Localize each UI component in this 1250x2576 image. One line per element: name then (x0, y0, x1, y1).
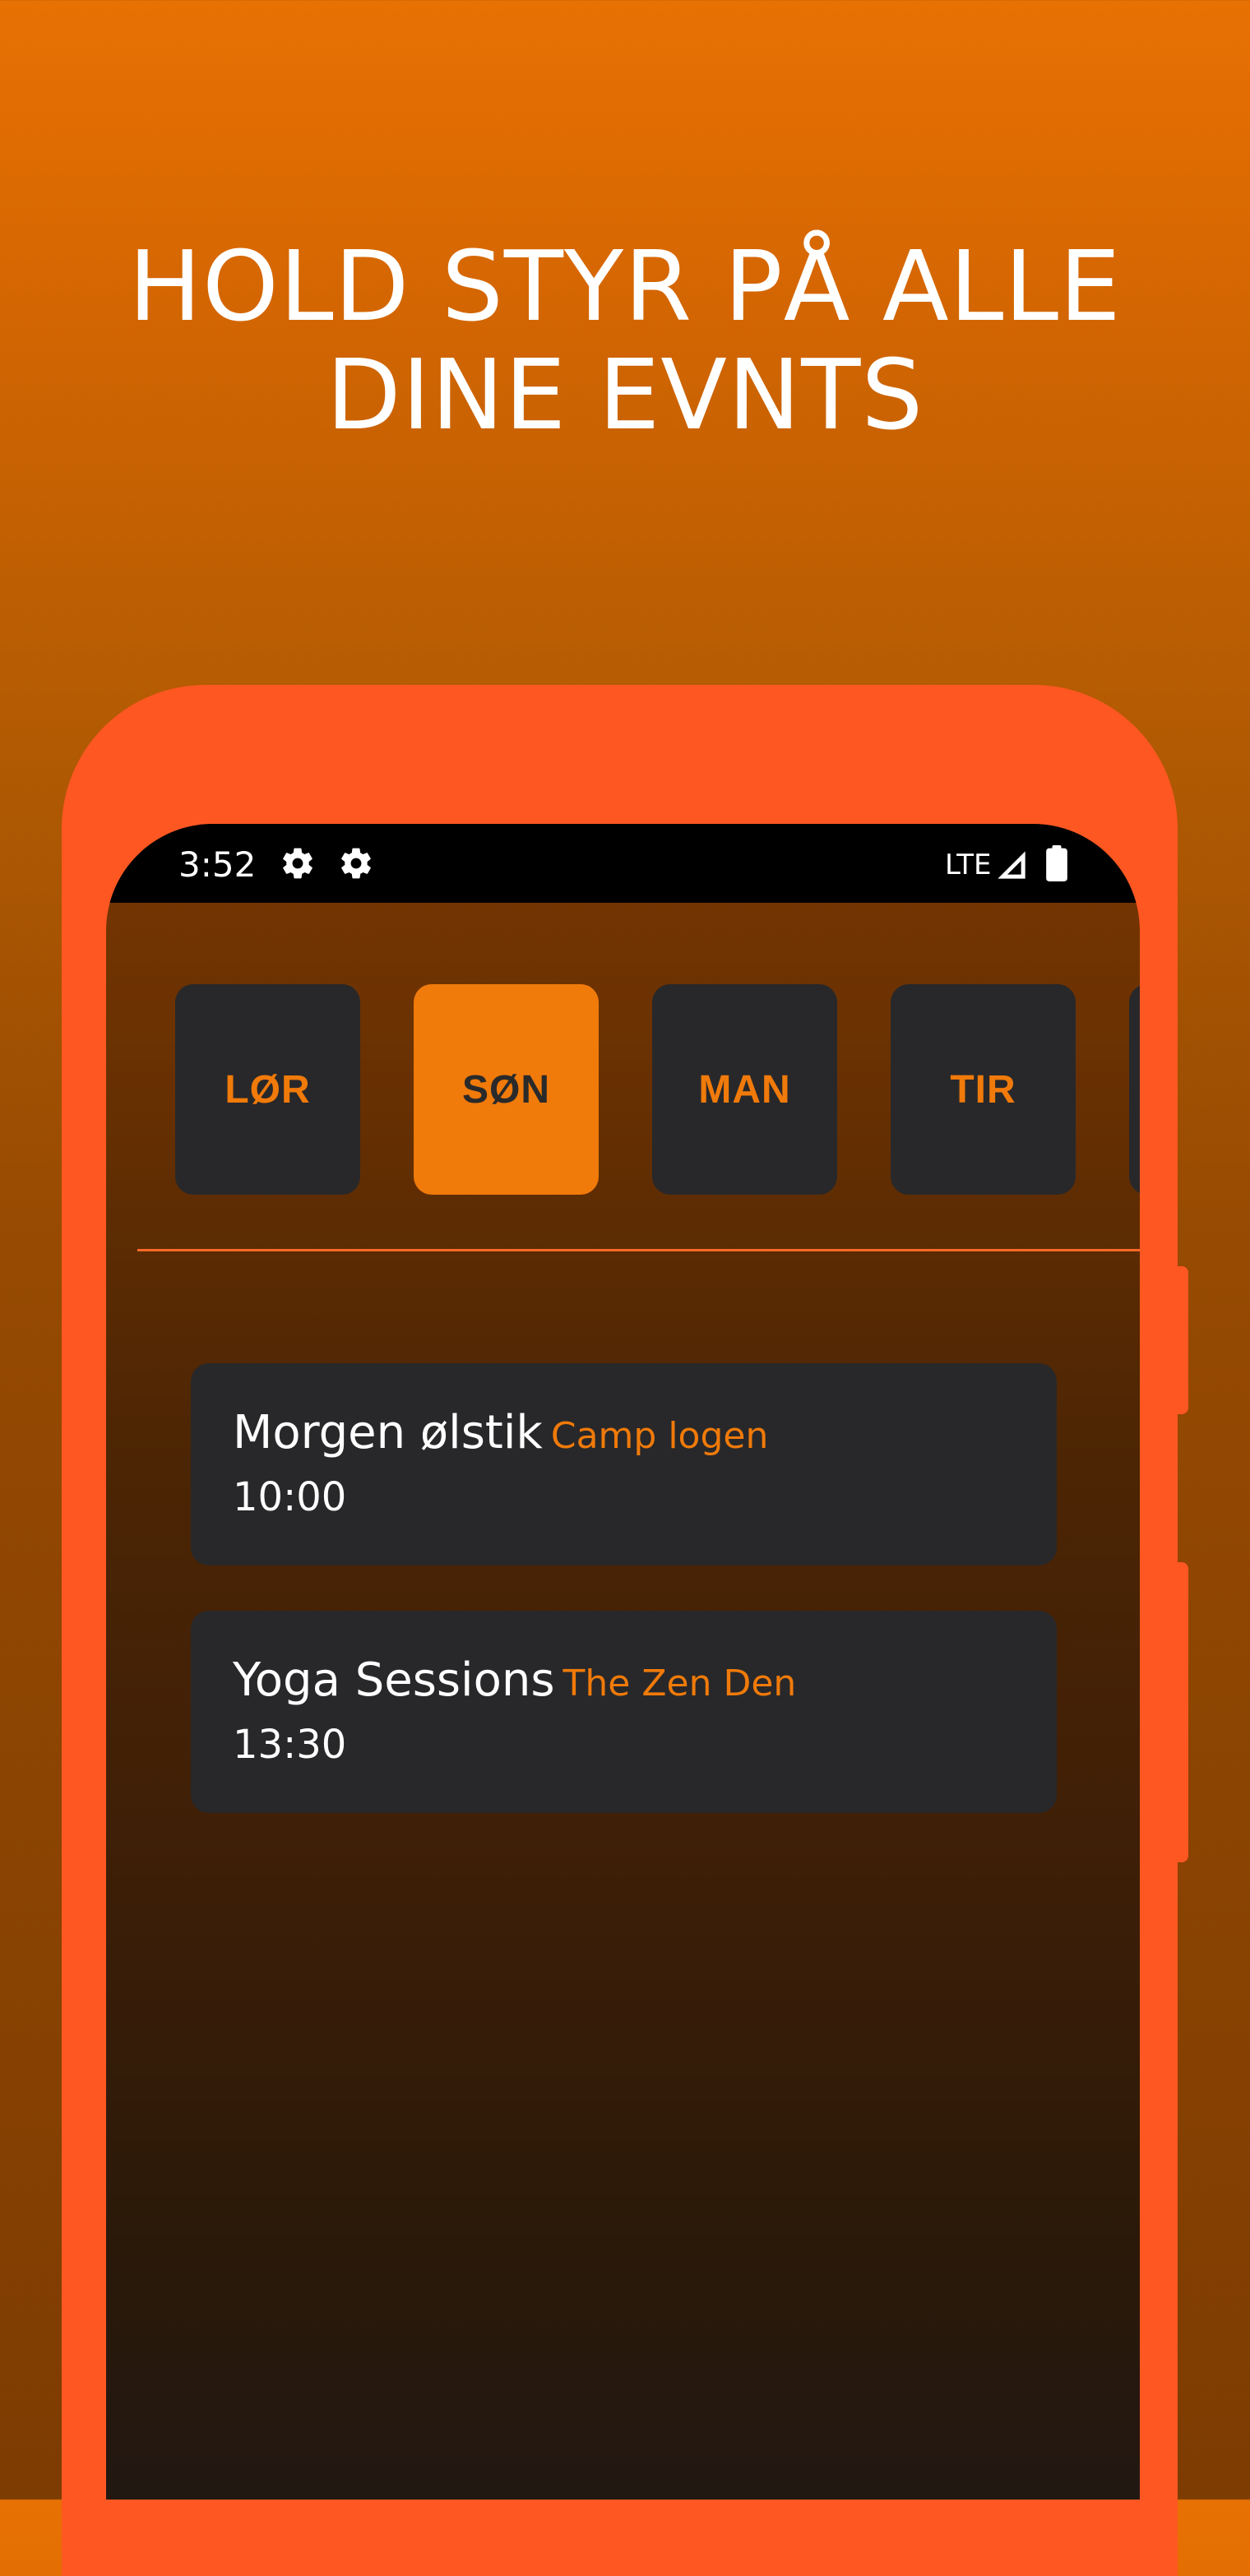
signal-icon (998, 851, 1025, 879)
day-tab-label: TIR (950, 1067, 1016, 1112)
headline-line-2: DINE EVNTS (326, 338, 924, 451)
status-bar: 3:52 LTE (106, 824, 1140, 903)
battery-icon (1046, 845, 1067, 881)
day-tab-label: LØR (225, 1067, 311, 1112)
event-venue: Camp logen (550, 1415, 769, 1457)
gear-icon (341, 848, 371, 879)
headline-line-1: HOLD STYR PÅ ALLE (128, 229, 1122, 343)
phone-power-button (1172, 1266, 1188, 1414)
day-tab-man[interactable]: MAN (652, 984, 837, 1195)
day-tab-tir[interactable]: TIR (891, 984, 1076, 1195)
event-time: 10:00 (233, 1474, 347, 1520)
event-name: Morgen ølstik (233, 1406, 543, 1459)
day-tab-label: SØN (461, 1067, 550, 1112)
event-venue: The Zen Den (562, 1663, 797, 1704)
event-card[interactable]: Morgen ølstik Camp logen 10:00 (191, 1363, 1057, 1565)
event-title-line: Morgen ølstik Camp logen (233, 1406, 768, 1459)
event-time: 13:30 (233, 1722, 347, 1768)
event-card[interactable]: Yoga Sessions The Zen Den 13:30 (191, 1611, 1057, 1813)
day-tab-son[interactable]: SØN (414, 984, 599, 1195)
phone-screen: 3:52 LTE LØR SØN MAN TIR Morgen ølstik Ca (106, 824, 1140, 2500)
day-tab-label: MAN (698, 1067, 791, 1112)
day-tab-next[interactable] (1129, 984, 1140, 1195)
phone-volume-button (1172, 1562, 1188, 1862)
day-tab-lor[interactable]: LØR (175, 984, 360, 1195)
gear-icon (283, 848, 312, 879)
status-network: LTE (945, 849, 992, 881)
status-time: 3:52 (178, 844, 257, 885)
event-title-line: Yoga Sessions The Zen Den (233, 1653, 796, 1707)
promo-headline: HOLD STYR PÅ ALLE DINE EVNTS (0, 232, 1250, 449)
event-name: Yoga Sessions (233, 1653, 555, 1707)
divider (137, 1249, 1140, 1251)
